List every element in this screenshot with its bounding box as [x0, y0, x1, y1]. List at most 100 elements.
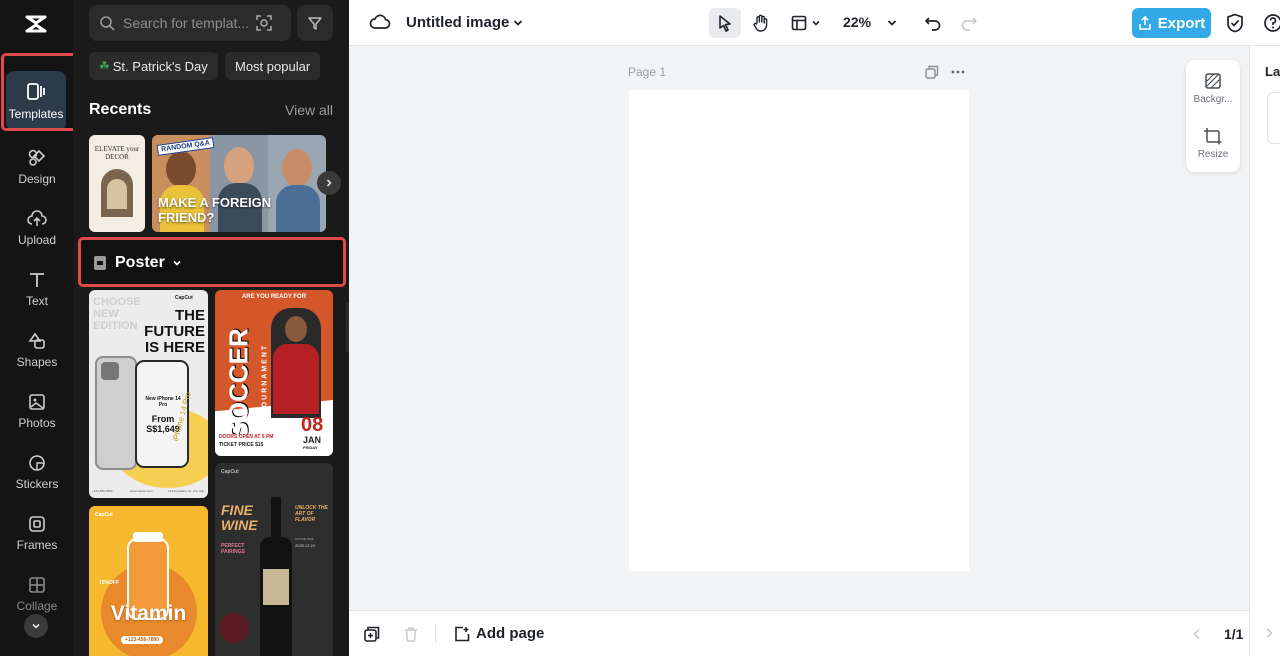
- template-vitamin[interactable]: CapCut 15%OFF Vitamin +123-456-7890: [89, 506, 208, 656]
- recents-title: Recents: [89, 101, 152, 118]
- layers-panel: La: [1249, 46, 1280, 656]
- chip-st-patricks[interactable]: ☘ St. Patrick's Day: [89, 52, 218, 80]
- rail-item-text[interactable]: Text: [4, 259, 70, 319]
- rail-item-frames[interactable]: Frames: [4, 503, 70, 563]
- duplicate-icon[interactable]: [364, 626, 380, 642]
- chevron-down-icon[interactable]: [512, 17, 524, 29]
- template-title: SOCCER: [223, 328, 254, 440]
- rail-item-templates[interactable]: Templates: [6, 71, 66, 131]
- select-tool-button[interactable]: [709, 8, 741, 38]
- template-subtitle: PERFECT PAIRINGS: [221, 543, 245, 555]
- template-footer-right: 123 Anywhere St., Any City: [168, 489, 205, 493]
- filter-button[interactable]: [297, 5, 333, 41]
- rail-label: Upload: [17, 232, 57, 247]
- chip-label: Most popular: [235, 58, 311, 74]
- background-button[interactable]: Backgr...: [1186, 72, 1240, 105]
- template-soccer[interactable]: ARE YOU READY FOR SOCCER TOURNAMENT DOOR…: [215, 290, 333, 456]
- shield-check-icon[interactable]: [1226, 13, 1244, 33]
- image-search-icon[interactable]: [255, 14, 273, 32]
- chevron-left-icon[interactable]: [1192, 628, 1202, 640]
- chevron-right-icon[interactable]: [1264, 627, 1274, 639]
- recent-template-friend[interactable]: RANDOM Q&A MAKE A FOREIGN FRIEND?: [152, 135, 326, 232]
- view-all-link[interactable]: View all: [285, 102, 333, 118]
- player-image: [271, 308, 321, 418]
- rail-item-photos[interactable]: Photos: [4, 381, 70, 441]
- redo-button[interactable]: [953, 8, 985, 38]
- rail-item-stickers[interactable]: Stickers: [4, 442, 70, 502]
- document-title[interactable]: Untitled image: [406, 14, 509, 31]
- zoom-level[interactable]: 22%: [843, 14, 871, 30]
- layout-icon: [791, 15, 807, 31]
- add-page-label: Add page: [476, 625, 545, 642]
- template-wine[interactable]: CapCut FINE WINE PERFECT PAIRINGS UNLOCK…: [215, 463, 333, 656]
- rail-item-design[interactable]: Design: [4, 137, 70, 197]
- help-icon[interactable]: [1263, 13, 1280, 33]
- top-toolbar: Untitled image 22% Export: [349, 0, 1280, 46]
- chip-most-popular[interactable]: Most popular: [225, 52, 321, 80]
- export-label: Export: [1157, 14, 1206, 32]
- chevron-down-icon[interactable]: [886, 17, 898, 29]
- rail-more-button[interactable]: [24, 614, 48, 638]
- hand-icon: [753, 14, 768, 32]
- export-icon: [1138, 16, 1151, 30]
- rail-label: Text: [25, 293, 48, 308]
- collage-icon: [29, 576, 45, 593]
- filter-icon: [308, 17, 322, 30]
- cloud-sync-icon[interactable]: [369, 13, 391, 31]
- divider: [435, 625, 436, 643]
- search-input[interactable]: Search for templat...: [89, 5, 291, 41]
- template-month: JAN: [303, 435, 322, 445]
- hand-tool-button[interactable]: [745, 8, 777, 38]
- poster-icon: [94, 256, 106, 270]
- rail-item-upload[interactable]: Upload: [4, 198, 70, 258]
- template-doors: DOORS OPEN AT 5 PM: [219, 434, 274, 440]
- layers-title: La: [1265, 64, 1280, 79]
- design-icon: [28, 149, 46, 166]
- layout-tool-button[interactable]: [785, 8, 827, 38]
- chevron-down-icon: [173, 260, 181, 266]
- templates-panel: Search for templat... ☘ St. Patrick's Day…: [73, 0, 349, 656]
- search-icon: [100, 16, 115, 31]
- category-label: Poster: [115, 254, 165, 271]
- sticker-icon: [29, 454, 45, 471]
- rail-label: Stickers: [15, 476, 59, 491]
- resize-button[interactable]: Resize: [1186, 127, 1240, 160]
- template-tagline: UNLOCK THE ART OF FLAVOR: [295, 505, 328, 523]
- template-brand: CapCut: [95, 512, 113, 518]
- more-icon[interactable]: [951, 65, 965, 79]
- wine-bottle-image: [260, 497, 292, 656]
- canvas-area[interactable]: Page 1: [349, 46, 1249, 610]
- template-iphone[interactable]: CapCut CHOOSE NEW EDITION THE FUTURE IS …: [89, 290, 208, 498]
- chevron-down-icon: [32, 623, 40, 629]
- template-brand: CapCut: [221, 469, 239, 475]
- trash-icon[interactable]: [403, 626, 419, 642]
- phone-back-image: [95, 356, 137, 470]
- template-phone: +123-456-7890: [121, 636, 164, 644]
- page-count: 1/1: [1224, 626, 1244, 642]
- template-footer-mid: www.capcut.com: [130, 489, 153, 493]
- background-icon: [1205, 73, 1221, 89]
- rail-item-shapes[interactable]: Shapes: [4, 320, 70, 380]
- recent-title: MAKE A FOREIGN FRIEND?: [158, 195, 272, 225]
- templates-icon: [27, 82, 45, 100]
- recent-template-decor[interactable]: ELEVATE your DECOR: [89, 135, 145, 232]
- add-page-icon: [455, 626, 470, 641]
- frame-icon: [29, 515, 45, 532]
- undo-button[interactable]: [917, 8, 949, 38]
- left-rail: Templates Design Upload Text Shapes Phot…: [0, 0, 80, 656]
- design-page[interactable]: [629, 90, 969, 571]
- template-kicker: ARE YOU READY FOR: [241, 294, 307, 300]
- page-tools: [925, 65, 965, 79]
- export-button[interactable]: Export: [1132, 8, 1211, 38]
- bottom-toolbar: Add page 1/1: [349, 610, 1249, 656]
- pointer-icon: [719, 15, 731, 32]
- recents-next-button[interactable]: [317, 171, 341, 195]
- clover-icon: ☘: [99, 59, 110, 73]
- category-dropdown[interactable]: Poster: [81, 240, 343, 286]
- capcut-logo-icon[interactable]: [22, 10, 50, 38]
- layer-card[interactable]: [1267, 92, 1280, 144]
- duplicate-page-icon[interactable]: [925, 65, 939, 79]
- template-badge: 15%OFF: [99, 580, 120, 586]
- recent-title: ELEVATE your DECOR: [94, 145, 140, 161]
- add-page-button[interactable]: Add page: [454, 625, 544, 642]
